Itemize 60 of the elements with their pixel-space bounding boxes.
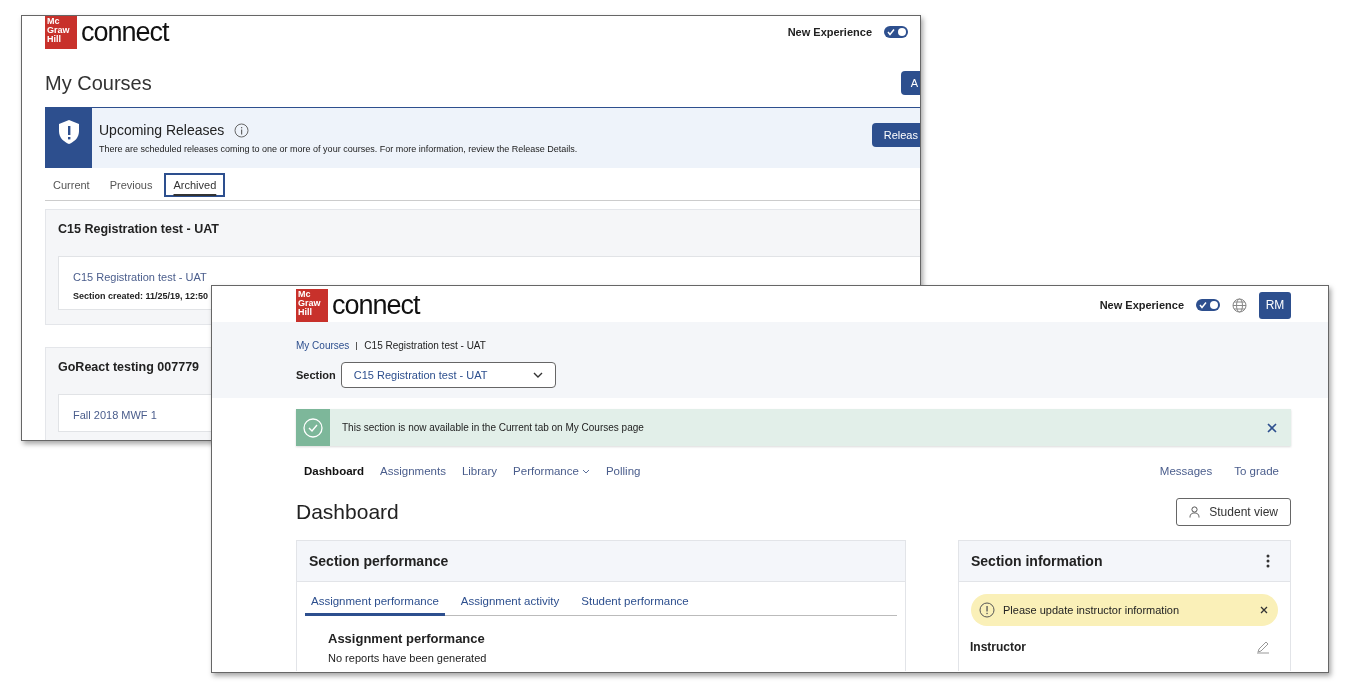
close-icon[interactable] [1260,606,1268,614]
page-title: Dashboard [296,500,399,524]
report-tab[interactable]: Assignment performance [305,592,445,616]
nav-link[interactable]: Messages [1159,465,1213,477]
alert-message: This section is now available in the Current tab on My Courses page [341,422,645,433]
close-icon[interactable] [1267,422,1277,433]
shield-icon [57,119,80,145]
nav-link[interactable]: To grade [1234,465,1279,477]
report-tab[interactable]: Assignment activity [454,592,566,616]
chevron-down-icon [532,372,543,378]
banner-text: There are scheduled releases coming to one or more of your courses. For more information, review the Release Details. [99,144,579,154]
card-title: Section performance [297,541,905,582]
check-circle-icon [303,417,323,438]
app-name: connect [332,289,420,321]
empty-message: No reports have been generated [328,652,488,664]
breadcrumb-link[interactable]: My Courses [296,340,350,351]
toggle-switch[interactable] [884,26,908,38]
banner-title: Upcoming Releases [99,122,225,138]
person-icon [1189,506,1201,518]
check-icon [1199,301,1207,309]
section-created-text: Section created: 11/25/19, 12:50 [73,291,209,301]
nav-tab[interactable]: Assignments [380,465,446,477]
brand-logo: Mc Graw Hill [296,288,328,322]
breadcrumb-current: C15 Registration test - UAT [364,340,486,351]
nav-tab[interactable]: Performance [513,465,590,477]
section-link[interactable]: Fall 2018 MWF 1 [73,409,157,421]
card-title: Section information [971,553,1103,569]
app-name: connect [81,17,169,48]
check-icon [887,28,895,36]
page-title: My Courses [45,71,152,95]
warning-icon [979,602,995,618]
info-icon [234,122,250,138]
course-title: GoReact testing 007779 [58,360,201,374]
report-tab[interactable]: Student performance [575,592,695,616]
nav-tab[interactable]: Polling [605,465,641,477]
new-experience-label: New Experience [787,26,872,38]
breadcrumb-separator [356,341,358,350]
nav-tab[interactable]: Library [461,465,498,477]
report-heading: Assignment performance [328,631,486,646]
add-button[interactable]: A [900,71,920,95]
section-label: Section [296,369,336,381]
section-dropdown[interactable]: C15 Registration test - UAT [340,362,556,388]
nav-tab[interactable]: Dashboard [296,465,365,477]
section-link[interactable]: C15 Registration test - UAT [73,271,207,283]
more-options-icon[interactable] [1266,554,1270,568]
edit-icon[interactable] [1256,640,1270,654]
course-title: C15 Registration test - UAT [58,222,220,236]
brand-logo: Mc Graw Hill [45,16,77,49]
course-tab[interactable]: Previous [101,173,161,197]
chevron-down-icon [581,468,590,474]
globe-icon[interactable] [1232,297,1247,313]
release-details-button[interactable]: Releas [871,123,920,147]
course-tab[interactable]: Archived [164,173,226,197]
toggle-switch[interactable] [1196,299,1220,311]
instructor-label: Instructor [970,640,1026,654]
student-view-button[interactable]: Student view [1176,498,1291,526]
new-experience-label: New Experience [1099,299,1184,311]
course-tab[interactable]: Current [45,173,98,197]
user-avatar[interactable]: RM [1259,291,1291,319]
warning-message: Please update instructor information [1003,604,1181,616]
